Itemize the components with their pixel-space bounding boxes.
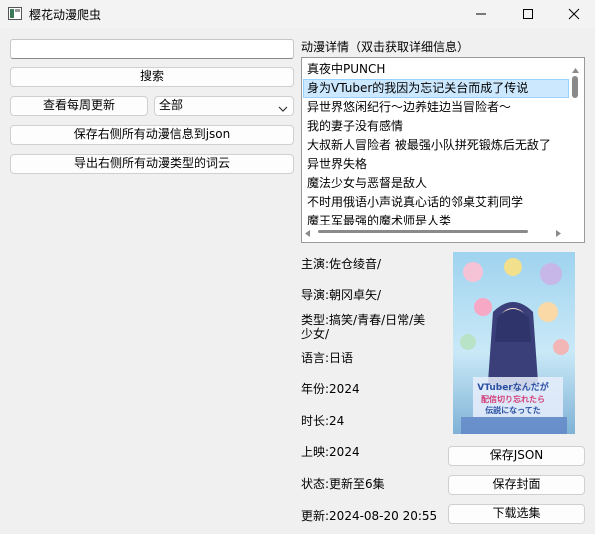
save-cover-button[interactable]: 保存封面 — [448, 475, 585, 495]
cover-logo-text: 配信切り忘れたら — [481, 394, 545, 404]
scroll-up-arrow-icon[interactable] — [572, 62, 579, 76]
download-episodes-button[interactable]: 下载选集 — [448, 504, 585, 524]
list-item[interactable]: 异世界悠闲纪行～边养娃边当冒险者～ — [303, 98, 569, 117]
anime-listbox[interactable]: 真夜中PUNCH 身为VTuber的我因为忘记关台而成了传说 异世界悠闲纪行～边养娃… — [301, 57, 585, 243]
list-item[interactable]: 身为VTuber的我因为忘记关台而成了传说 — [303, 79, 569, 98]
list-item[interactable]: 不时用俄语小声说真心话的邻桌艾莉同学 — [303, 193, 569, 212]
cover-logo-text: 伝説になってた — [485, 405, 541, 415]
cast-label: 主演:佐仓绫音/ — [301, 257, 382, 271]
genre-label-line2: 少女/ — [301, 327, 330, 341]
maximize-button[interactable] — [505, 0, 551, 28]
export-wordcloud-button[interactable]: 导出右侧所有动漫类型的词云 — [10, 154, 294, 174]
list-item[interactable]: 魔法少女与恶督是敌人 — [303, 174, 569, 193]
search-button[interactable]: 搜索 — [10, 67, 294, 87]
list-item[interactable]: 异世界失格 — [303, 155, 569, 174]
vertical-scrollbar-thumb[interactable] — [572, 76, 578, 98]
horizontal-scrollbar-thumb[interactable] — [318, 230, 528, 233]
scroll-left-arrow-icon[interactable] — [305, 226, 310, 240]
app-icon — [8, 7, 22, 20]
cover-logo-text: VTuberなんだが — [477, 381, 550, 393]
anime-list[interactable]: 真夜中PUNCH 身为VTuber的我因为忘记关台而成了传说 异世界悠闲纪行～边养娃… — [303, 60, 569, 225]
year-label: 年份:2024 — [301, 382, 360, 396]
chevron-down-icon — [278, 101, 288, 118]
cover-image: VTuberなんだが 配信切り忘れたら 伝説になってた — [453, 252, 575, 434]
title-bar[interactable]: 樱花动漫爬虫 — [0, 0, 595, 28]
release-label: 上映:2024 — [301, 445, 360, 459]
weekly-update-button[interactable]: 查看每周更新 — [10, 96, 148, 116]
scroll-right-arrow-icon[interactable] — [556, 226, 561, 240]
list-item[interactable]: 我的妻子没有感情 — [303, 117, 569, 136]
save-json-button[interactable]: 保存JSON — [448, 446, 585, 466]
close-button[interactable] — [551, 0, 595, 28]
status-label: 状态:更新至6集 — [301, 477, 385, 491]
language-label: 语言:日语 — [301, 351, 354, 365]
list-item[interactable]: 真夜中PUNCH — [303, 60, 569, 79]
updated-label: 更新:2024-08-20 20:55 — [301, 509, 438, 523]
list-item[interactable]: 魔王军最强的魔术师是人类 — [303, 212, 569, 225]
minimize-button[interactable] — [458, 0, 504, 28]
list-item[interactable]: 大叔新人冒险者 被最强小队拼死锻炼后无敌了 — [303, 136, 569, 155]
filter-select[interactable]: 全部 — [154, 96, 294, 116]
filter-select-value: 全部 — [159, 98, 184, 112]
details-heading: 动漫详情（双击获取详细信息） — [301, 40, 470, 54]
save-all-json-button[interactable]: 保存右侧所有动漫信息到json — [10, 125, 294, 145]
search-input[interactable] — [10, 39, 294, 59]
window-title: 樱花动漫爬虫 — [29, 8, 102, 22]
director-label: 导演:朝冈卓矢/ — [301, 288, 382, 302]
duration-label: 时长:24 — [301, 414, 345, 428]
